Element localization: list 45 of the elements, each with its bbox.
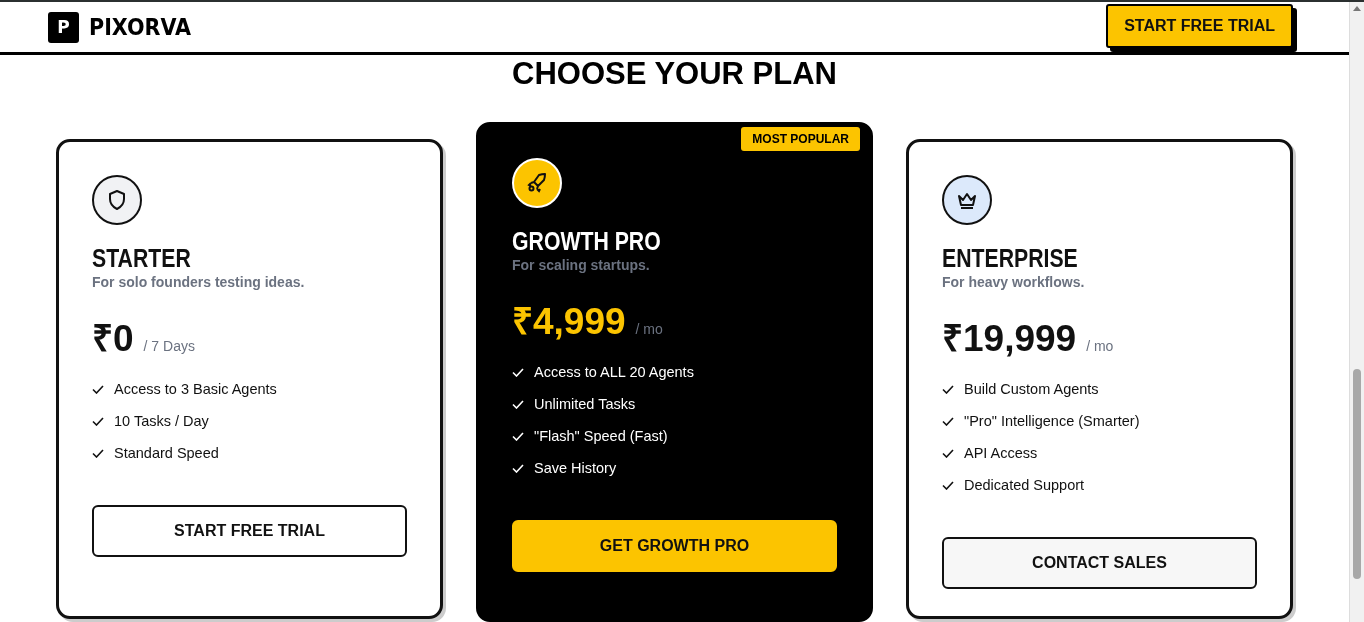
- brand-name: PIXORVA: [89, 14, 191, 40]
- plan-tagline: For heavy workflows.: [942, 273, 1086, 291]
- feature-text: Access to ALL 20 Agents: [534, 364, 694, 380]
- feature-text: Build Custom Agents: [964, 381, 1099, 397]
- plan-name: STARTER: [92, 243, 192, 273]
- plan-tagline: For scaling startups.: [512, 256, 651, 274]
- feature-text: API Access: [964, 445, 1038, 461]
- check-icon: [942, 480, 954, 490]
- feature-text: "Flash" Speed (Fast): [534, 428, 668, 444]
- check-icon: [512, 431, 524, 441]
- check-icon: [512, 367, 524, 377]
- feature-text: 10 Tasks / Day: [114, 413, 209, 429]
- check-icon: [512, 463, 524, 473]
- feature-text: Access to 3 Basic Agents: [114, 381, 277, 397]
- price-period: / mo: [635, 321, 663, 337]
- check-icon: [512, 399, 524, 409]
- shield-icon: [92, 175, 142, 225]
- logo-mark: P: [48, 11, 79, 43]
- plan-price: ₹19,999: [942, 317, 1077, 361]
- popular-badge: MOST POPULAR: [741, 127, 860, 151]
- feature-text: Unlimited Tasks: [534, 396, 636, 412]
- check-icon: [92, 384, 104, 394]
- plan-price: ₹0: [92, 317, 134, 361]
- plan-name: GROWTH PRO: [512, 226, 662, 256]
- feature-text: "Pro" Intelligence (Smarter): [964, 413, 1140, 429]
- scrollbar[interactable]: [1349, 2, 1364, 622]
- check-icon: [942, 416, 954, 426]
- feature-text: Standard Speed: [114, 445, 219, 461]
- feature-text: Dedicated Support: [964, 477, 1085, 493]
- plan-button[interactable]: CONTACT SALES: [942, 537, 1257, 589]
- price-period: / 7 Days: [143, 338, 195, 354]
- check-icon: [942, 448, 954, 458]
- check-icon: [92, 448, 104, 458]
- feature-text: Save History: [534, 460, 617, 476]
- check-icon: [92, 416, 104, 426]
- price-period: / mo: [1086, 338, 1114, 354]
- check-icon: [942, 384, 954, 394]
- section-heading: CHOOSE YOUR PLAN: [511, 57, 838, 91]
- plan-tagline: For solo founders testing ideas.: [92, 273, 306, 291]
- rocket-icon: [512, 158, 562, 208]
- plan-price: ₹4,999: [512, 300, 626, 344]
- plan-button[interactable]: START FREE TRIAL: [92, 505, 407, 557]
- plan-button[interactable]: GET GROWTH PRO: [512, 520, 837, 572]
- crown-icon: [942, 175, 992, 225]
- plan-name: ENTERPRISE: [942, 243, 1079, 273]
